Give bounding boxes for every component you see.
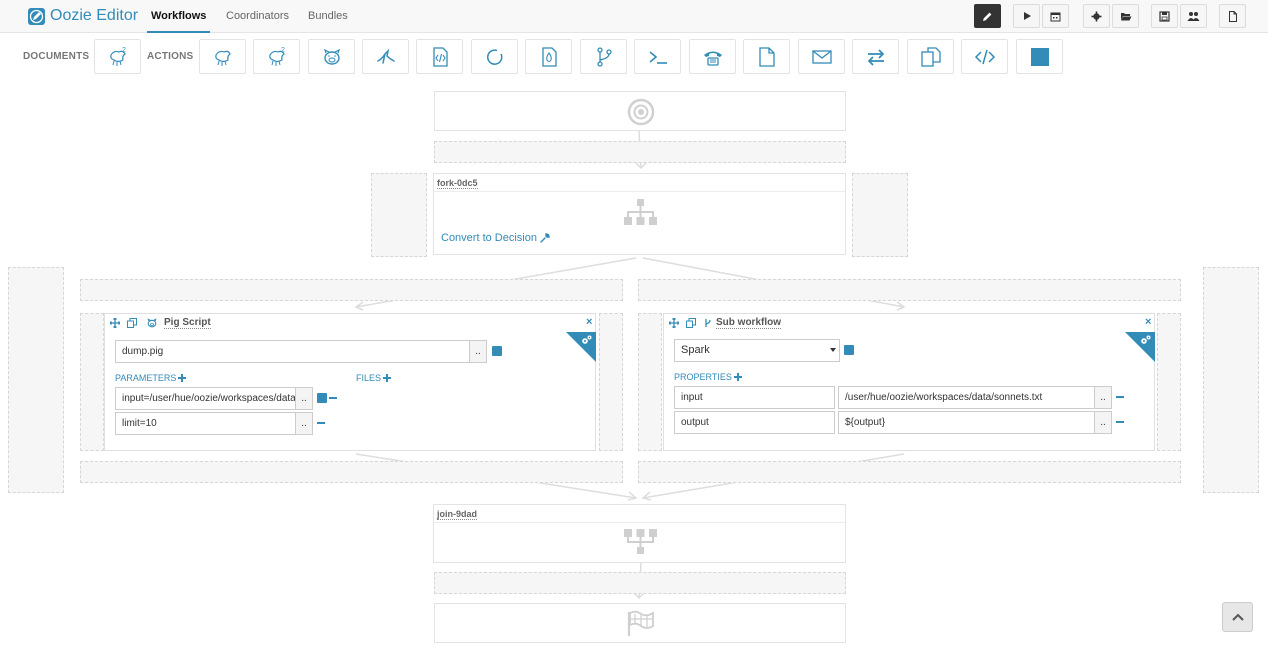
subworkflow-close-button[interactable]: × [1145,316,1151,328]
drop-zone[interactable] [8,267,64,493]
add-property-button[interactable]: PROPERTIES [674,372,742,382]
fork-header: fork-0dc5 [434,174,845,192]
parameters-label: PARAMETERS [115,373,177,383]
edit-file-icon[interactable] [492,346,502,356]
join-header: join-9dad [434,505,845,523]
remove-property-button[interactable] [1116,396,1124,398]
drop-zone[interactable] [434,572,846,594]
property-name-input[interactable]: input [674,386,835,409]
drop-zone[interactable] [599,313,623,451]
pig-action-header: Pig Script [105,314,595,332]
fork-node[interactable]: fork-0dc5 Convert to Decision [433,173,846,255]
plus-icon [178,374,187,382]
start-node[interactable] [434,91,846,131]
drop-zone[interactable] [638,279,1181,301]
subworkflow-action-title[interactable]: Sub workflow [716,317,781,329]
property-browse-button[interactable]: .. [1095,386,1112,409]
property-value-input[interactable]: /user/hue/oozie/workspaces/data/sonnets.… [838,386,1095,409]
add-parameter-button[interactable]: PARAMETERS [115,373,187,383]
drop-zone[interactable] [638,461,1181,483]
join-name[interactable]: join-9dad [437,509,477,520]
plus-icon [383,374,392,382]
drop-zone[interactable] [434,141,846,163]
drop-zone[interactable] [852,173,908,257]
pig-close-button[interactable]: × [586,316,592,328]
drop-zone[interactable] [80,279,623,301]
plus-icon [733,373,742,381]
pig-param-input[interactable]: input=/user/hue/oozie/workspaces/data [115,387,296,410]
property-value-input[interactable]: ${output} [838,411,1095,434]
edit-subworkflow-icon[interactable] [844,345,854,355]
start-icon [627,98,655,126]
pig-script-input[interactable]: dump.pig [115,340,470,363]
chevron-down-icon [830,348,836,352]
pig-icon [147,318,157,328]
fork-icon [624,199,657,225]
drop-zone[interactable] [80,313,104,451]
remove-property-button[interactable] [1116,421,1124,423]
files-label: FILES [356,373,382,383]
drop-zone[interactable] [1203,267,1259,493]
drop-zone[interactable] [371,173,427,257]
pig-param-browse-button[interactable]: .. [296,387,313,410]
finish-flag-icon [627,610,654,636]
edit-file-icon[interactable] [317,393,327,403]
fork-name[interactable]: fork-0dc5 [437,178,478,189]
add-file-button[interactable]: FILES [356,373,392,383]
pig-script-browse-button[interactable]: .. [470,340,487,363]
copy-icon[interactable] [127,318,137,328]
join-node[interactable]: join-9dad [433,504,846,563]
pig-action-node[interactable]: Pig Script × dump.pig .. PARAMETERS FILE… [104,313,596,451]
gears-icon [1141,335,1151,344]
property-name-input[interactable]: output [674,411,835,434]
wrench-icon [540,233,550,243]
subworkflow-icon [705,319,711,327]
drop-zone[interactable] [80,461,623,483]
move-icon[interactable] [110,318,120,328]
subworkflow-select[interactable]: Spark [674,339,840,362]
join-icon [624,529,657,554]
drop-zone[interactable] [1157,313,1181,451]
pig-param-browse-button[interactable]: .. [296,412,313,435]
convert-to-decision-link[interactable]: Convert to Decision [441,232,550,244]
property-browse-button[interactable]: .. [1095,411,1112,434]
drop-zone[interactable] [638,313,662,451]
subworkflow-action-node[interactable]: Sub workflow × Spark PROPERTIES input /u… [663,313,1155,451]
end-node[interactable] [434,603,846,643]
gears-icon [582,335,592,344]
move-icon[interactable] [669,318,679,328]
chevron-up-icon [1231,613,1244,621]
convert-to-decision-label: Convert to Decision [441,232,537,244]
subworkflow-action-header: Sub workflow [664,314,1154,332]
subworkflow-select-value: Spark [681,344,710,356]
remove-param-button[interactable] [329,397,337,399]
properties-label: PROPERTIES [674,372,732,382]
remove-param-button[interactable] [317,422,325,424]
pig-action-title[interactable]: Pig Script [164,317,211,329]
copy-icon[interactable] [686,318,696,328]
pig-param-input[interactable]: limit=10 [115,412,296,435]
scroll-to-top-button[interactable] [1222,602,1253,632]
